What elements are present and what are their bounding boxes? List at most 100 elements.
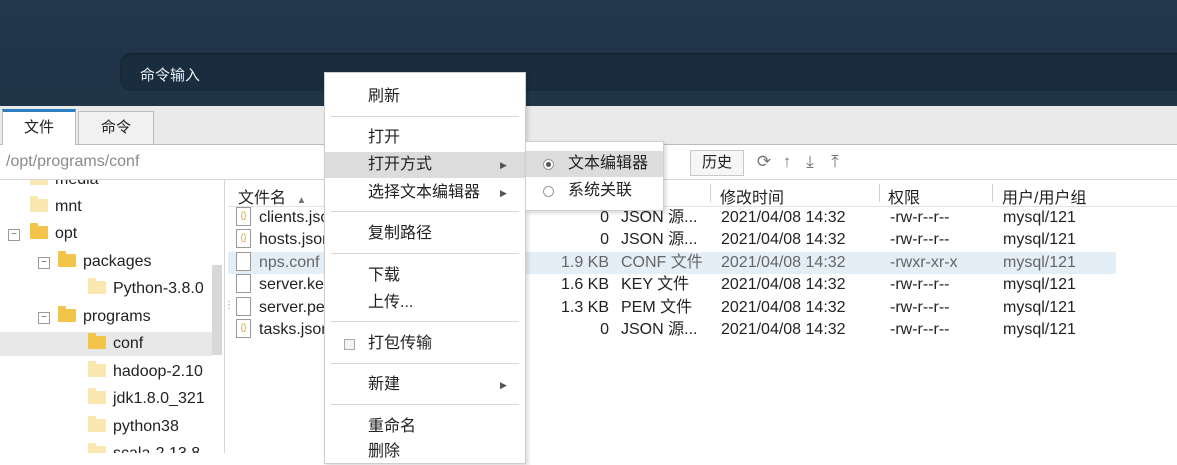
submenu-item-label: 系统关联 <box>568 182 633 199</box>
file-name: nps.conf <box>259 254 320 271</box>
file-type: JSON 源... <box>621 321 698 338</box>
menu-item-label: 新建 <box>368 376 401 393</box>
file-name: hosts.json <box>259 231 332 248</box>
tree-item[interactable]: programs <box>58 305 151 329</box>
menu-item-label: 选择文本编辑器 <box>368 184 481 201</box>
menu-item-new[interactable]: 新建 ▶ <box>325 372 525 398</box>
tree-item-label: hadoop-2.10 <box>113 363 203 380</box>
column-separator[interactable] <box>879 184 880 202</box>
submenu-arrow-icon: ▶ <box>500 160 507 170</box>
file-mtime: 2021/04/08 14:32 <box>721 321 846 338</box>
file-name: tasks.json <box>259 321 331 338</box>
up-icon[interactable]: ↑ <box>777 152 797 172</box>
folder-open-icon <box>30 223 48 240</box>
column-separator[interactable] <box>710 184 711 202</box>
menu-item-choose-editor[interactable]: 选择文本编辑器 ▶ <box>325 180 525 206</box>
tree-item-label: programs <box>83 308 151 325</box>
folder-icon <box>30 180 48 186</box>
tab-files-label: 文件 <box>23 119 54 136</box>
tree-item-label: Python-3.8.0 <box>113 280 204 297</box>
menu-item-delete[interactable]: 删除 <box>325 439 525 465</box>
tree-item-label: jdk1.8.0_321 <box>113 390 205 407</box>
tree-item[interactable]: packages <box>58 250 152 274</box>
menu-item-label: 复制路径 <box>368 225 433 242</box>
file-size: 1.3 KB <box>560 299 609 316</box>
file-owner: mysql/121 <box>1003 231 1076 248</box>
file-perm: -rw-r--r-- <box>890 276 950 293</box>
tab-files[interactable]: 文件 <box>2 109 76 147</box>
tree-item[interactable]: mnt <box>30 195 82 219</box>
tree-item-label: python38 <box>113 418 179 435</box>
file-perm: -rw-r--r-- <box>890 231 950 248</box>
menu-item-pack-transfer[interactable]: 打包传输 <box>325 331 525 357</box>
file-type: KEY 文件 <box>621 276 690 293</box>
menu-item-copy-path[interactable]: 复制路径 <box>325 221 525 247</box>
context-menu: 刷新 打开 打开方式 ▶ 选择文本编辑器 ▶ 复制路径 下载 上传... 打包传输 … <box>324 72 526 464</box>
download-icon[interactable]: ⤓ <box>800 152 820 172</box>
file-mtime: 2021/04/08 14:32 <box>721 276 846 293</box>
file-type: CONF 文件 <box>621 254 703 271</box>
collapse-icon[interactable]: − <box>8 229 20 241</box>
tree-scrollbar[interactable] <box>212 265 222 355</box>
upload-icon[interactable]: ⤒ <box>825 152 845 172</box>
tree-item-label: opt <box>55 225 78 242</box>
tree-item-label: scala-2.13.8 <box>113 445 200 453</box>
json-file-icon: {} <box>236 207 251 226</box>
menu-separator <box>331 116 519 117</box>
tree-item[interactable]: Python-3.8.0 <box>88 277 204 301</box>
column-owner[interactable]: 用户/用户组 <box>1002 184 1086 208</box>
column-perm[interactable]: 权限 <box>888 184 920 208</box>
menu-item-open-with[interactable]: 打开方式 ▶ <box>325 152 525 178</box>
history-button[interactable]: 历史 <box>690 150 744 176</box>
column-separator[interactable] <box>992 184 993 202</box>
submenu-item-label: 文本编辑器 <box>568 155 649 172</box>
column-name[interactable]: 文件名 ▲ <box>238 184 306 208</box>
folder-open-icon <box>58 251 76 268</box>
file-perm: -rwxr-xr-x <box>890 254 958 271</box>
json-file-icon: {} <box>236 319 251 338</box>
directory-tree: media mnt − opt − packages Python-3.8.0 … <box>0 180 225 453</box>
tree-item[interactable]: hadoop-2.10 <box>88 360 203 384</box>
top-banner: 命令输入 <box>0 0 1177 106</box>
menu-item-label: 打开方式 <box>368 156 433 173</box>
menu-item-open[interactable]: 打开 <box>325 125 525 151</box>
menu-separator <box>331 211 519 212</box>
refresh-icon[interactable]: ⟳ <box>754 152 774 172</box>
submenu-arrow-icon: ▶ <box>500 380 507 390</box>
collapse-icon[interactable]: − <box>38 257 50 269</box>
collapse-icon[interactable]: − <box>38 312 50 324</box>
tab-commands-label: 命令 <box>100 119 131 136</box>
menu-item-refresh[interactable]: 刷新 <box>325 84 525 110</box>
folder-icon <box>88 361 106 378</box>
submenu-item-text-editor[interactable]: 文本编辑器 <box>526 151 663 177</box>
tree-item[interactable]: python38 <box>88 415 179 439</box>
tree-item[interactable]: jdk1.8.0_321 <box>88 387 205 411</box>
tree-item-label: media <box>55 180 99 188</box>
file-owner: mysql/121 <box>1003 321 1076 338</box>
file-perm: -rw-r--r-- <box>890 299 950 316</box>
menu-item-upload[interactable]: 上传... <box>325 290 525 316</box>
file-owner: mysql/121 <box>1003 209 1076 226</box>
menu-item-label: 打包传输 <box>368 335 433 352</box>
command-input[interactable]: 命令输入 <box>120 53 1177 91</box>
column-mtime[interactable]: 修改时间 <box>720 184 784 208</box>
path-input[interactable]: /opt/programs/conf <box>6 153 139 171</box>
tree-item-selected[interactable]: conf <box>0 332 212 356</box>
file-icon <box>236 274 251 293</box>
menu-item-download[interactable]: 下载 <box>325 263 525 289</box>
file-size: 0 <box>600 231 609 248</box>
file-icon <box>236 252 251 271</box>
tree-item[interactable]: opt <box>30 222 77 246</box>
folder-icon <box>88 278 106 295</box>
file-size: 0 <box>600 321 609 338</box>
submenu-item-system-assoc[interactable]: 系统关联 <box>526 178 663 204</box>
menu-item-rename[interactable]: 重命名 <box>325 414 525 440</box>
file-mtime: 2021/04/08 14:32 <box>721 299 846 316</box>
file-mtime: 2021/04/08 14:32 <box>721 254 846 271</box>
file-mtime: 2021/04/08 14:32 <box>721 231 846 248</box>
open-with-submenu: 文本编辑器 系统关联 <box>525 141 664 211</box>
menu-separator <box>331 253 519 254</box>
tree-item[interactable]: scala-2.13.8 <box>88 442 200 453</box>
tab-commands[interactable]: 命令 <box>78 111 154 144</box>
tree-item[interactable]: media <box>30 180 99 192</box>
